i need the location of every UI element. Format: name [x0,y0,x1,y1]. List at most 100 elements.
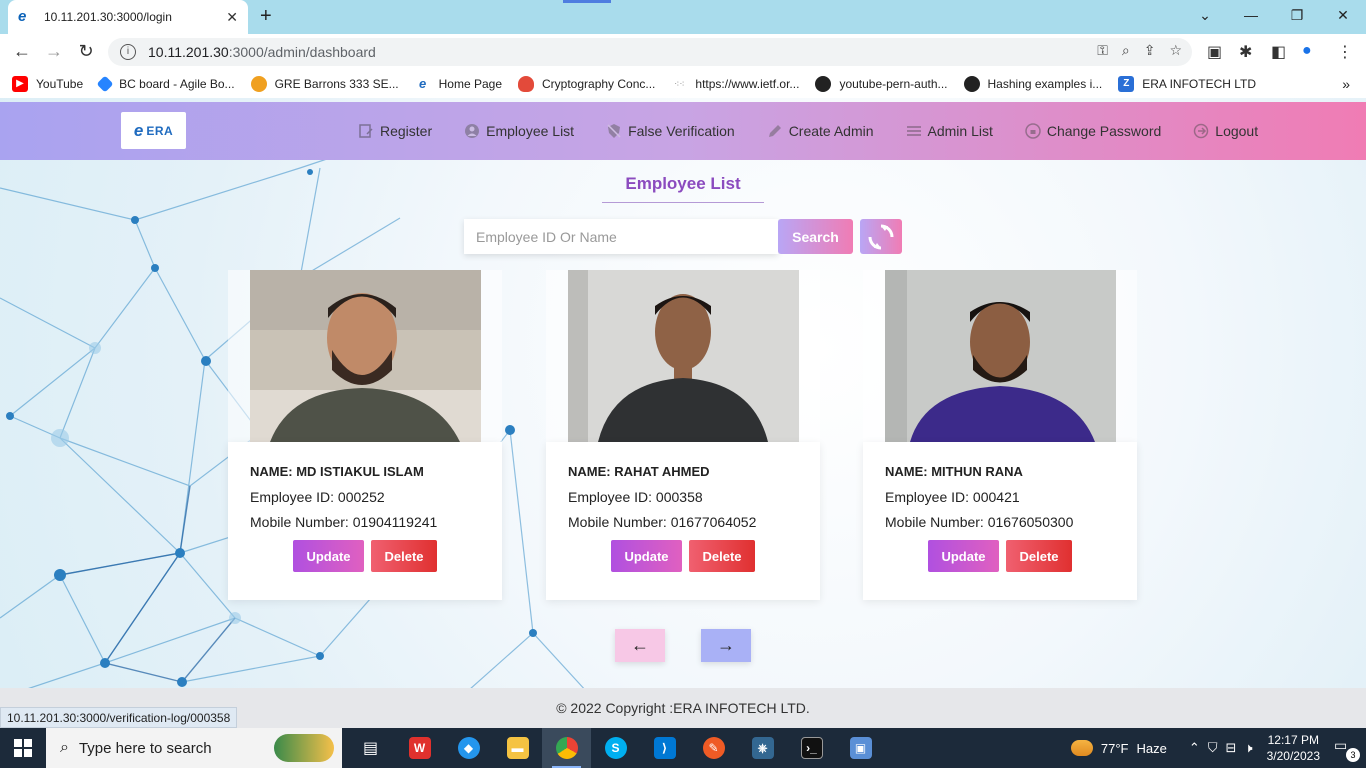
volume-muted-icon[interactable]: 🕨 [1244,740,1252,756]
tray-icons: ⌃ ⛉ ⊟ 🕨 [1189,740,1253,756]
wps-office-icon[interactable]: W [395,728,444,768]
back-arrow-icon[interactable]: ← [10,41,34,62]
pencil-icon [768,125,781,137]
taskbar-search-box[interactable]: ⌕ Type here to search [46,728,342,768]
employee-id: Employee ID: 000358 [568,489,703,505]
chrome-icon[interactable] [542,728,591,768]
nav-label: Create Admin [788,123,874,139]
bookmark-home-page[interactable]: e Home Page [415,76,502,92]
prev-page-button[interactable]: ← [615,629,665,662]
minimize-button[interactable]: — [1228,0,1274,30]
update-button[interactable]: Update [928,540,999,572]
puzzle-extensions-icon[interactable]: ✱ [1239,42,1252,62]
terminal-icon[interactable]: ›_ [787,728,836,768]
url-field[interactable]: i 10.11.201.30:3000/admin/dashboard ⚿ ⌕ … [108,38,1192,66]
delete-button[interactable]: Delete [689,540,755,572]
employee-card: NAME: MITHUN RANA Employee ID: 000421 Mo… [863,270,1137,600]
github-icon [963,76,980,92]
windows-taskbar: ⌕ Type here to search ▤ W ◆ ▬ S ⟩ ✎ ⎈ ›_… [0,728,1366,768]
employee-id: Employee ID: 000421 [885,489,1020,505]
nav-label: False Verification [628,123,735,139]
github-icon [815,76,832,92]
chevron-up-icon[interactable]: ⌃ [1189,740,1200,756]
register-icon [359,124,373,138]
ie-favicon-icon: e [18,8,27,25]
nav-employee-list[interactable]: Employee List [464,123,574,139]
nav-admin-list[interactable]: Admin List [906,123,993,139]
security-icon[interactable]: ⛉ [1208,740,1218,756]
site-info-icon[interactable]: i [120,44,136,60]
delete-button[interactable]: Delete [1006,540,1072,572]
bookmark-gre-barrons[interactable]: GRE Barrons 333 SE... [250,76,399,92]
bookmark-label: BC board - Agile Bo... [119,77,235,91]
employee-card: NAME: RAHAT AHMED Employee ID: 000358 Mo… [546,270,820,600]
employee-mobile: Mobile Number: 01677064052 [568,514,757,530]
bookmark-label: ERA INFOTECH LTD [1142,77,1257,91]
tab-close-icon[interactable]: ✕ [226,9,238,26]
nav-label: Change Password [1046,123,1162,139]
bookmark-hashing[interactable]: Hashing examples i... [963,76,1102,92]
nav-label: Employee List [486,123,575,139]
bookmark-star-icon[interactable]: ☆ [1169,42,1182,59]
bookmark-youtube[interactable]: ▶ YouTube [12,76,83,92]
extension-icon[interactable]: ▣ [1207,42,1222,62]
z-icon: Z [1118,76,1135,92]
bookmark-youtube-pern[interactable]: youtube-pern-auth... [815,76,948,92]
update-button[interactable]: Update [611,540,682,572]
nav-false-verification[interactable]: False Verification [606,123,735,139]
restore-button[interactable]: ❐ [1274,0,1320,30]
new-tab-button[interactable]: + [260,5,272,28]
remote-desktop-icon[interactable]: ▣ [836,728,885,768]
profile-avatar-icon[interactable]: ● [1302,42,1312,60]
bookmark-label: https://www.ietf.or... [695,77,800,91]
search-highlight-icon[interactable] [274,734,334,762]
task-view-icon[interactable]: ▤ [346,728,395,768]
taskbar-clock[interactable]: 12:17 PM 3/20/2023 [1267,732,1320,764]
file-explorer-icon[interactable]: ▬ [493,728,542,768]
reload-icon[interactable]: ↻ [74,41,98,62]
pgadmin-icon[interactable]: ⎈ [738,728,787,768]
postman-icon[interactable]: ✎ [689,728,738,768]
bookmark-era-infotech[interactable]: Z ERA INFOTECH LTD [1118,76,1256,92]
nav-register[interactable]: Register [358,123,432,139]
share-icon[interactable]: ⇪ [1144,42,1156,59]
employee-search-input[interactable]: Employee ID Or Name [464,219,778,254]
search-button[interactable]: Search [778,219,853,254]
era-logo[interactable]: e ERA [121,112,186,149]
docker-icon[interactable]: ◆ [444,728,493,768]
bookmarks-overflow-icon[interactable]: » [1342,76,1350,92]
start-button[interactable] [0,728,46,768]
close-window-button[interactable]: ✕ [1320,0,1366,30]
notification-center-icon[interactable]: ▭ 3 [1334,737,1360,762]
bookmark-cryptography[interactable]: Cryptography Conc... [518,76,655,92]
network-icon[interactable]: ⊟ [1226,740,1237,756]
tab-strip-accent [563,0,611,3]
bookmark-ietf[interactable]: ⁖⁖ https://www.ietf.or... [671,76,799,92]
skype-icon[interactable]: S [591,728,640,768]
vscode-icon[interactable]: ⟩ [640,728,689,768]
bookmark-bc-board[interactable]: BC board - Agile Bo... [96,75,235,93]
nav-create-admin[interactable]: Create Admin [767,123,874,139]
delete-button[interactable]: Delete [371,540,437,572]
weather-widget[interactable]: 77°F Haze [1070,740,1167,756]
side-panel-icon[interactable]: ◧ [1271,42,1286,62]
taskbar-apps: ▤ W ◆ ▬ S ⟩ ✎ ⎈ ›_ ▣ [346,728,885,768]
refresh-button[interactable] [860,219,902,254]
nav-logout[interactable]: Logout [1193,123,1258,139]
browser-tab-active[interactable]: e 10.11.201.30:3000/login ✕ [8,0,248,34]
update-button[interactable]: Update [293,540,364,572]
page-viewport: e ERA Register Employee List False Verif… [0,98,1366,728]
status-link-preview: 10.11.201.30:3000/verification-log/00035… [0,707,238,728]
app-navbar: e ERA Register Employee List False Verif… [0,102,1366,160]
tab-search-icon[interactable]: ⌄ [1182,0,1228,30]
bookmark-label: YouTube [36,77,84,91]
bookmark-label: youtube-pern-auth... [839,77,948,91]
zoom-icon[interactable]: ⌕ [1122,42,1130,59]
forward-arrow-icon[interactable]: → [42,41,66,62]
next-page-button[interactable]: → [701,629,751,662]
menu-kebab-icon[interactable]: ⋮ [1337,42,1353,62]
employee-mobile: Mobile Number: 01676050300 [885,514,1074,530]
key-icon[interactable]: ⚿ [1097,42,1108,59]
url-path: :3000/admin/dashboard [228,44,376,60]
nav-change-password[interactable]: Change Password [1025,123,1161,139]
